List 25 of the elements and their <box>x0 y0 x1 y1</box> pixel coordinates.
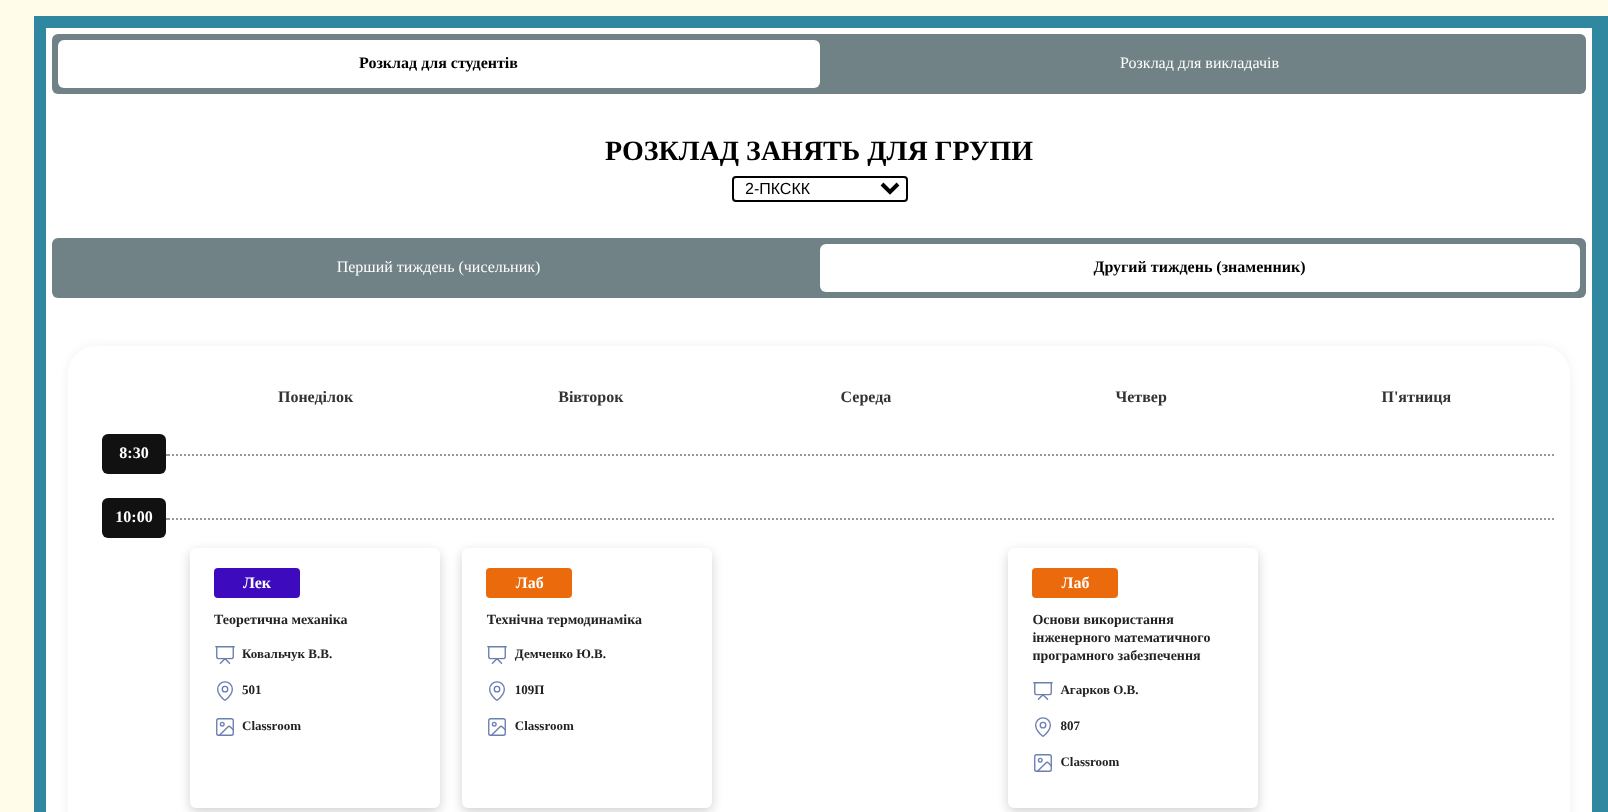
tab[interactable]: Розклад для студентів <box>58 40 819 88</box>
page-heading: РОЗКЛАД ЗАНЯТЬ ДЛЯ ГРУПИ <box>604 138 1033 170</box>
tab[interactable]: Перший тиждень (чисельник) <box>58 244 819 292</box>
day-header: Середа <box>838 386 894 410</box>
image-icon <box>486 716 509 738</box>
day-header: Четвер <box>1113 386 1169 410</box>
tab[interactable]: Другий тиждень (знаменник) <box>819 244 1580 292</box>
image-icon <box>214 716 236 738</box>
day-header: Понеділок <box>275 386 356 410</box>
day-header: Вівторок <box>556 386 626 410</box>
presentation-icon <box>214 644 236 666</box>
image-icon <box>1032 752 1055 774</box>
map-pin-icon <box>1032 716 1055 738</box>
presentation-icon <box>486 644 509 666</box>
presentation-icon <box>1032 680 1055 702</box>
map-pin-icon <box>486 680 509 702</box>
map-pin-icon <box>214 680 236 702</box>
day-header: П'ятниця <box>1379 386 1454 410</box>
lesson-type-badge: Лек <box>214 568 300 598</box>
time-label: 10:00 <box>102 498 166 538</box>
time-label: 8:30 <box>102 434 166 474</box>
group-select[interactable]: 2-ПКСКК <box>731 176 907 202</box>
lesson-type-badge: Лаб <box>1032 568 1119 598</box>
lesson-type-badge: Лаб <box>486 568 573 598</box>
tab[interactable]: Розклад для викладачів <box>819 40 1580 88</box>
